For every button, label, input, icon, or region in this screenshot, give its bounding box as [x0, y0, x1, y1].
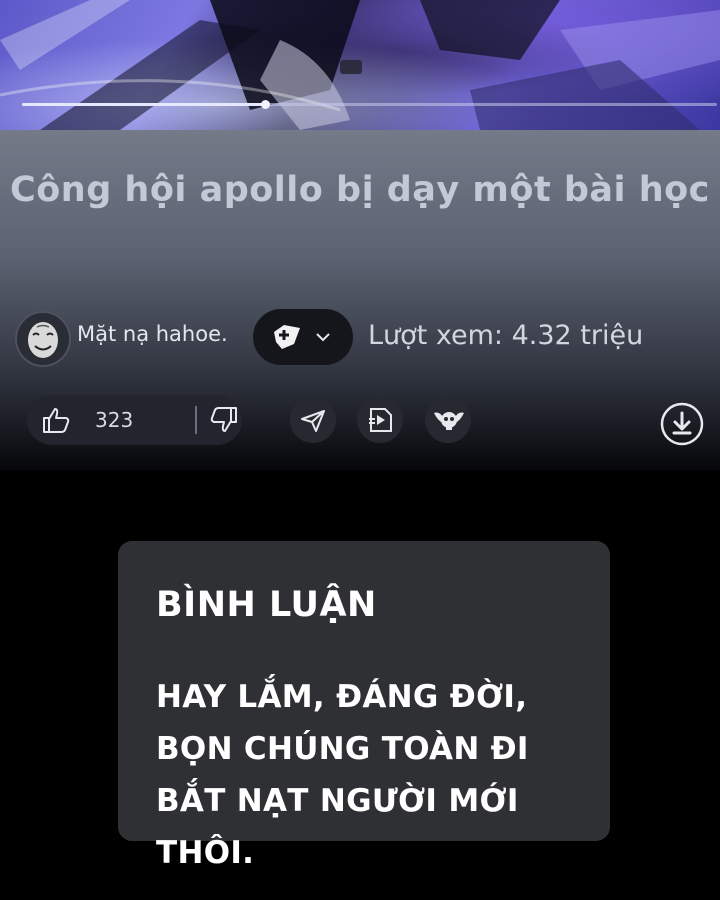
channel-badge-dropdown[interactable]	[253, 309, 353, 365]
thumbs-up-icon[interactable]	[41, 406, 71, 434]
view-count: Lượt xem: 4.32 triệu	[368, 320, 643, 351]
video-progress-fill	[22, 103, 266, 106]
sticker-button[interactable]	[425, 397, 471, 443]
video-artwork	[0, 0, 720, 130]
video-progress-bar[interactable]	[22, 100, 717, 109]
video-info-panel: Công hội apollo bị dạy một bài học Mặt n…	[0, 130, 720, 470]
view-count-label: Lượt xem:	[368, 320, 503, 351]
download-button[interactable]	[659, 401, 705, 447]
channel-avatar[interactable]	[15, 311, 71, 367]
view-count-value: 4.32 triệu	[511, 320, 644, 351]
like-count: 323	[95, 408, 134, 432]
comment-text: HAY LẮM, ĐÁNG ĐỜI, BỌN CHÚNG TOÀN ĐI BẮT…	[156, 679, 529, 871]
share-button[interactable]	[290, 397, 336, 443]
mask-avatar	[18, 314, 68, 364]
share-icon	[301, 410, 325, 432]
winged-skull-icon	[434, 412, 464, 430]
like-divider	[195, 406, 197, 434]
video-thumbnail[interactable]	[0, 0, 720, 130]
comment-heading: BÌNH LUẬN	[156, 585, 377, 625]
diamond-badge-icon	[274, 325, 300, 349]
download-icon	[660, 402, 704, 446]
remix-icon	[369, 408, 392, 432]
video-title: Công hội apollo bị dạy một bài học	[10, 170, 710, 210]
chevron-down-icon	[316, 333, 330, 342]
thumbs-down-icon[interactable]	[209, 406, 239, 434]
remix-button[interactable]	[357, 397, 403, 443]
like-dislike-bar: 323	[27, 395, 242, 445]
comment-card: BÌNH LUẬN HAY LẮM, ĐÁNG ĐỜI, BỌN CHÚNG T…	[118, 541, 610, 871]
channel-name[interactable]: Mặt nạ hahoe.	[77, 322, 228, 346]
